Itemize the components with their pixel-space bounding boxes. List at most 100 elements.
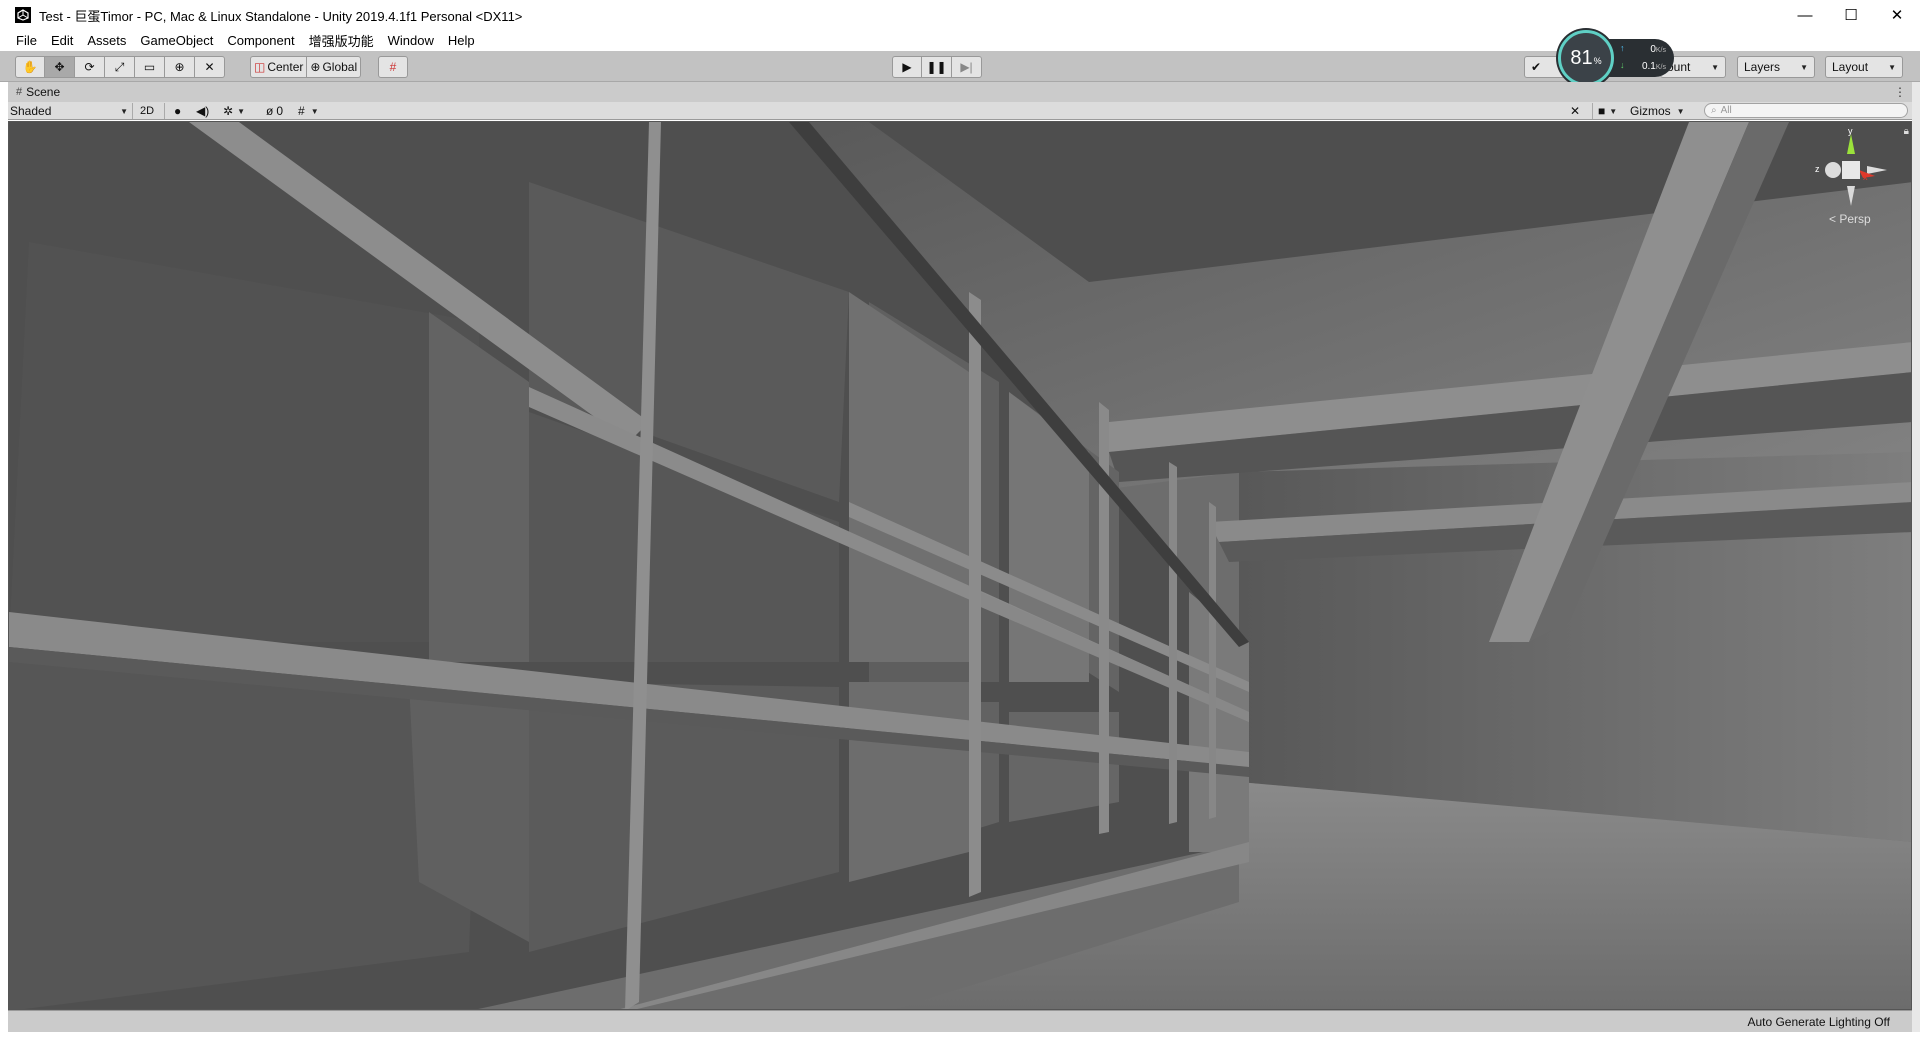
scene-tools-button[interactable]: ✕ <box>1570 102 1580 120</box>
scene-tab[interactable]: Scene <box>26 85 60 99</box>
maximize-button[interactable]: ☐ <box>1828 0 1874 30</box>
window-title-bar: Test - 巨蛋Timor - PC, Mac & Linux Standal… <box>0 0 1920 30</box>
space-label: Global <box>322 60 358 74</box>
step-button[interactable]: ▶| <box>952 56 982 78</box>
more-options-icon[interactable]: ⋮ <box>1894 85 1906 99</box>
chevron-down-icon: ▼ <box>1676 106 1685 116</box>
chevron-down-icon: ▼ <box>120 106 128 116</box>
step-icon: ▶| <box>960 60 973 74</box>
menu-enhanced-features[interactable]: 增强版功能 <box>301 31 380 50</box>
orientation-gizmo[interactable]: y z x < Persp <box>1811 126 1891 226</box>
draw-mode-label: Shaded <box>10 104 52 118</box>
menu-help[interactable]: Help <box>440 33 481 48</box>
layers-dropdown[interactable]: Layers ▼ <box>1737 56 1815 78</box>
custom-tool-button[interactable]: ✕ <box>195 56 225 78</box>
memory-percent: 81 <box>1570 46 1593 69</box>
search-icon: ⌕ <box>1711 105 1717 116</box>
layout-dropdown[interactable]: Layout ▼ <box>1825 56 1903 78</box>
download-value: 0.1 <box>1641 61 1656 72</box>
window-title: Test - 巨蛋Timor - PC, Mac & Linux Standal… <box>39 8 523 24</box>
menu-window[interactable]: Window <box>380 33 440 48</box>
check-icon: ✔ <box>1531 60 1542 74</box>
axis-z-label: z <box>1815 164 1820 174</box>
menu-assets[interactable]: Assets <box>79 33 132 48</box>
camera-icon: ■ <box>1598 104 1606 118</box>
menu-file[interactable]: File <box>8 33 43 48</box>
pivot-global-toggle[interactable]: ⊕ Global <box>307 56 362 78</box>
pause-button[interactable]: ❚❚ <box>922 56 952 78</box>
menu-component[interactable]: Component <box>219 33 300 48</box>
draw-mode-dropdown[interactable]: Shaded ▼ <box>10 102 128 120</box>
scene-render <box>9 122 1911 1009</box>
rotate-icon: ⟳ <box>84 60 95 74</box>
bottom-strip <box>0 1032 1920 1040</box>
move-icon: ✥ <box>54 60 65 74</box>
hand-tool-button[interactable]: ✋ <box>15 56 45 78</box>
tools-icon: ✕ <box>1570 104 1581 118</box>
lightbulb-icon: ● <box>174 104 182 118</box>
menu-edit[interactable]: Edit <box>43 33 79 48</box>
projection-toggle[interactable]: < Persp <box>1829 212 1871 226</box>
audio-toggle[interactable]: ◀) <box>196 102 209 120</box>
scene-search-field[interactable]: ⌕ All <box>1704 103 1908 118</box>
status-bar: Auto Generate Lighting Off <box>8 1010 1912 1032</box>
play-icon: ▶ <box>902 60 912 74</box>
rotate-tool-button[interactable]: ⟳ <box>75 56 105 78</box>
menu-gameobject[interactable]: GameObject <box>132 33 219 48</box>
transform-tools: ✋ ✥ ⟳ ⤢ ▭ ⊕ ✕ <box>15 56 225 78</box>
transform-icon: ⊕ <box>174 60 185 74</box>
projection-label: Persp <box>1839 212 1871 226</box>
upload-unit: K/s <box>1655 47 1666 54</box>
gizmos-dropdown[interactable]: Gizmos ▼ <box>1630 102 1685 120</box>
vertical-scrollbar[interactable] <box>1912 82 1920 1032</box>
upload-rate: 0K/s <box>1650 44 1666 55</box>
rect-icon: ▭ <box>143 60 156 74</box>
grid-icon: # <box>298 104 305 118</box>
scale-tool-button[interactable]: ⤢ <box>105 56 135 78</box>
camera-settings-dropdown[interactable]: ■ ▼ <box>1598 102 1617 120</box>
pivot-center-toggle[interactable]: ◫ Center <box>250 56 308 78</box>
pivot-label: Center <box>267 60 304 74</box>
pause-icon: ❚❚ <box>926 60 947 74</box>
toggle-2d-button[interactable]: 2D <box>140 102 154 120</box>
play-controls: ▶ ❚❚ ▶| <box>892 56 982 78</box>
globe-icon: ⊕ <box>310 60 321 74</box>
scale-icon: ⤢ <box>114 59 125 74</box>
minimize-button[interactable]: — <box>1782 0 1828 30</box>
eye-hidden-icon: ø <box>266 104 274 118</box>
scene-tab-bar: # Scene ⋮ <box>8 82 1912 102</box>
rect-tool-button[interactable]: ▭ <box>135 56 165 78</box>
transform-tool-button[interactable]: ⊕ <box>165 56 195 78</box>
chevron-down-icon: ▼ <box>1609 106 1618 116</box>
effects-icon: ✲ <box>223 104 234 118</box>
scene-viewport[interactable]: y z x < Persp 🔒︎ <box>8 121 1912 1010</box>
lighting-toggle[interactable]: ● <box>174 102 181 120</box>
grid-snap-button[interactable]: # <box>378 56 408 78</box>
lock-icon[interactable]: 🔒︎ <box>1904 126 1909 137</box>
layers-label: Layers <box>1744 60 1781 74</box>
layout-label: Layout <box>1832 60 1869 74</box>
hidden-objects-toggle[interactable]: ø 0 <box>266 102 283 120</box>
snap-group: # <box>378 56 408 78</box>
perspective-icon: < <box>1829 212 1837 226</box>
mode-2d-label: 2D <box>140 105 155 117</box>
effects-dropdown[interactable]: ✲ ▼ <box>223 102 245 120</box>
close-button[interactable]: ✕ <box>1874 0 1920 30</box>
download-arrow-icon: ↓ <box>1620 60 1625 70</box>
performance-widget[interactable]: 81% ↑ ↓ 0K/s 0.1K/s <box>1558 30 1674 86</box>
hand-icon: ✋ <box>22 60 38 74</box>
upload-arrow-icon: ↑ <box>1620 43 1625 53</box>
lighting-status[interactable]: Auto Generate Lighting Off <box>1747 1015 1890 1029</box>
download-unit: K/s <box>1655 64 1666 71</box>
axis-gizmo-icon <box>1825 134 1887 206</box>
search-placeholder: All <box>1720 105 1732 116</box>
play-button[interactable]: ▶ <box>892 56 922 78</box>
speaker-icon: ◀) <box>196 104 210 118</box>
unity-logo-icon <box>15 7 31 23</box>
axis-y-label: y <box>1848 126 1853 136</box>
hidden-count: 0 <box>276 104 284 118</box>
move-tool-button[interactable]: ✥ <box>45 56 75 78</box>
chevron-down-icon: ▼ <box>237 106 245 116</box>
grid-toggle[interactable]: # ▼ <box>298 102 319 120</box>
chevron-down-icon: ▼ <box>1888 62 1896 72</box>
